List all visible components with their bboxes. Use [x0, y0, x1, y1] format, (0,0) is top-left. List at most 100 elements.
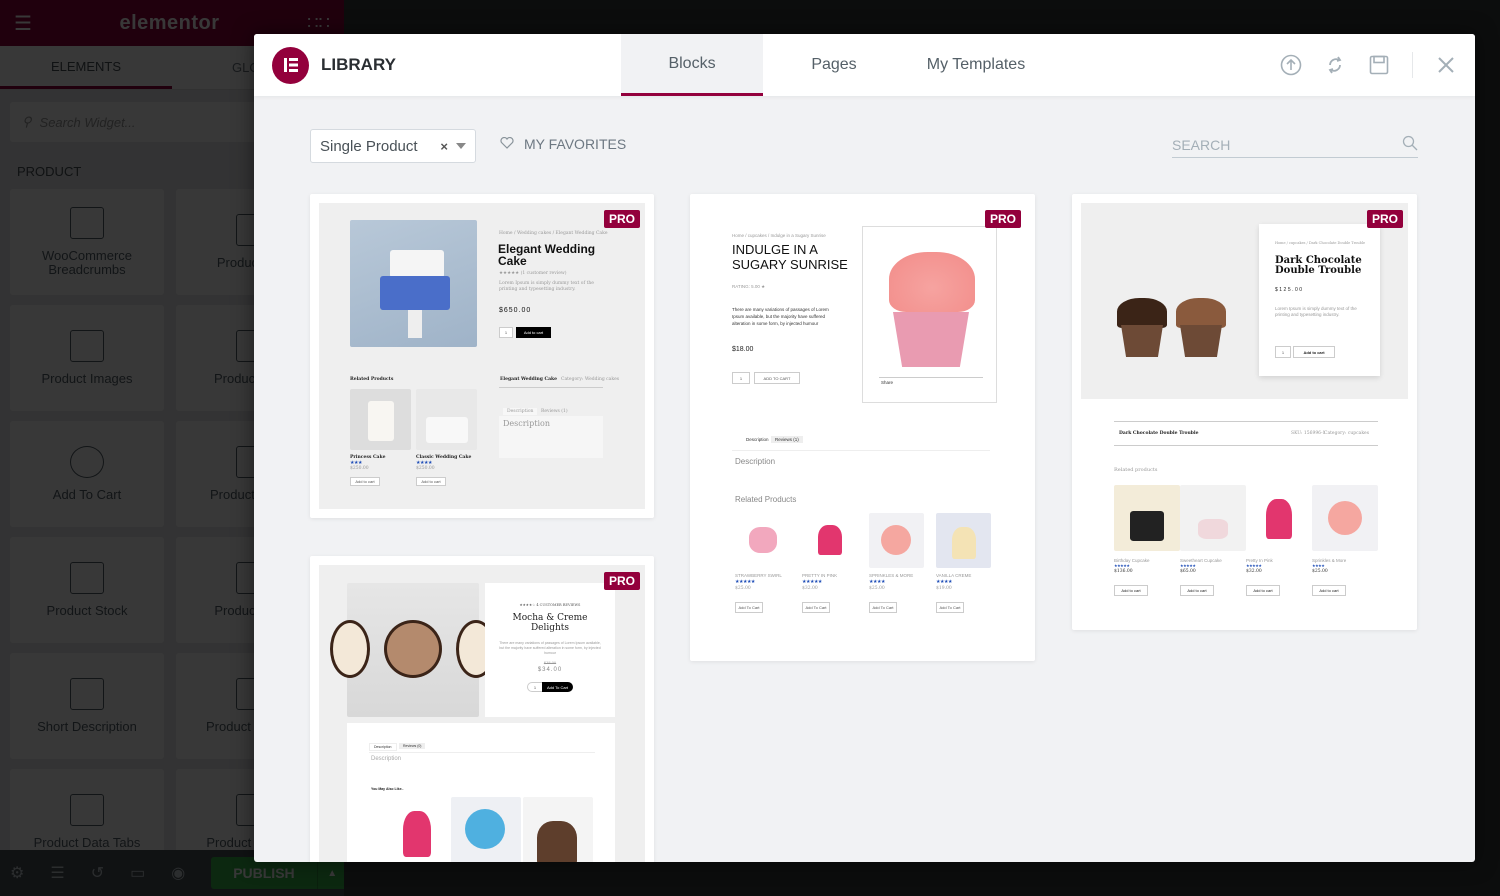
- product-summary-box: Home / cupcakes / Dark Chocolate Double …: [1259, 224, 1380, 376]
- rating: RATING: 5.00 ★: [732, 284, 766, 289]
- meta-category: Category: cupcakes: [1324, 431, 1370, 436]
- search-placeholder: SEARCH: [1172, 136, 1231, 153]
- tab-my-templates[interactable]: My Templates: [905, 34, 1047, 96]
- product-title: Mocha & Creme Delights: [512, 613, 588, 633]
- chevron-down-icon[interactable]: [456, 143, 466, 149]
- rating-stars: ★★★★★: [735, 579, 755, 585]
- pro-badge: PRO: [603, 210, 640, 228]
- tab-blocks[interactable]: Blocks: [621, 34, 763, 96]
- breadcrumb: Home / cupcakes / Indulge in a Sugary Su…: [732, 233, 826, 238]
- my-favorites-toggle[interactable]: MY FAVORITES: [500, 136, 626, 152]
- rating-stars: ★★★★★: [802, 579, 822, 585]
- quantity-field: 1: [499, 327, 513, 338]
- related-price: $65.00: [1180, 569, 1196, 574]
- template-card-mocha-creme[interactable]: PRO ★★★★☆ 4 CUSTOMER REVIEWS Mocha & Cre…: [310, 556, 654, 862]
- rating-stars: ★★★★: [1312, 563, 1325, 568]
- library-actions: [1280, 34, 1457, 96]
- library-title: LIBRARY: [321, 55, 396, 74]
- product-description: There are many variations of passages of…: [732, 307, 829, 326]
- library-logo: LIBRARY: [254, 46, 621, 84]
- related-price: $19.00: [936, 586, 952, 591]
- related-add-to-cart: Add to cart: [1114, 585, 1148, 596]
- rating-stars: ★★★★: [936, 579, 952, 585]
- close-icon[interactable]: [1435, 54, 1457, 76]
- sprinkles-and-more-image: [1312, 485, 1378, 551]
- description-heading: Description: [371, 756, 402, 762]
- cupcake-image-frame: Share: [862, 226, 997, 403]
- description-heading: Description: [499, 416, 603, 458]
- related-price: $25.00: [735, 586, 751, 591]
- reviews-tab: Reviews (1): [771, 436, 803, 443]
- search-icon: [1402, 135, 1418, 154]
- related-price: $25.00: [869, 586, 885, 591]
- related-price: $25.00: [1312, 569, 1328, 574]
- related-name: VANILLA CREME: [936, 573, 972, 578]
- related-add-to-cart: Add To Cart: [869, 602, 897, 613]
- rating-stars: ★★★★★: [1114, 563, 1130, 568]
- description-tab: Description: [503, 408, 538, 415]
- add-to-cart-button: ADD TO CART: [754, 372, 800, 384]
- library-search-input[interactable]: SEARCH: [1172, 132, 1418, 158]
- chocolate-cupcake-image: [1117, 298, 1167, 328]
- breadcrumb: Home / cupcakes / Dark Chocolate Double …: [1275, 241, 1366, 245]
- product-description: Lorem Ipsum is simply dummy text of the …: [499, 281, 594, 292]
- sync-icon[interactable]: [1324, 54, 1346, 76]
- category-filter-select[interactable]: Single Product ×: [310, 129, 476, 163]
- sprinkles-and-more-image: [869, 513, 924, 568]
- related-price: $250.00: [350, 466, 369, 471]
- related-name: SPRINKLES & MORE: [869, 573, 914, 578]
- elementor-e-icon: [272, 46, 309, 84]
- related-price: $136.00: [1114, 569, 1133, 574]
- related-price: $250.00: [416, 466, 435, 471]
- quantity-field: 1: [527, 682, 543, 692]
- upload-icon[interactable]: [1280, 54, 1302, 76]
- header-divider: [1412, 52, 1413, 78]
- princess-cake-image: [350, 389, 411, 450]
- related-add-to-cart: Add to cart: [1246, 585, 1280, 596]
- template-preview: ★★★★☆ 4 CUSTOMER REVIEWS Mocha & Creme De…: [319, 565, 645, 862]
- related-add-to-cart: Add To Cart: [936, 602, 964, 613]
- library-header: LIBRARY Blocks Pages My Templates: [254, 34, 1475, 96]
- product-description: Lorem Ipsum is simply dummy text of the …: [1275, 306, 1357, 317]
- description-tab: Description: [369, 743, 397, 751]
- product-tabs-section: Description Reviews (0) Description You …: [347, 723, 615, 862]
- product-title: Elegant Wedding Cake: [498, 242, 596, 268]
- add-to-cart-button: Add to cart: [516, 327, 551, 338]
- mocha-cupcakes-image: [333, 583, 493, 717]
- review-count: ★★★★★ (1 customer review): [499, 271, 567, 276]
- save-icon[interactable]: [1368, 54, 1390, 76]
- template-card-elegant-wedding-cake[interactable]: PRO Home / Wedding cakes / Elegant Weddi…: [310, 194, 654, 518]
- template-card-dark-chocolate[interactable]: PRO Home / cupcakes / Dark Chocolate Dou…: [1072, 194, 1417, 630]
- add-to-cart-button: Add to cart: [1293, 346, 1335, 358]
- rating-stars: ★★★★★: [1246, 563, 1262, 568]
- library-toolbar: Single Product × MY FAVORITES SEARCH: [254, 96, 1475, 192]
- rating-stars: ★★★★★: [1180, 563, 1196, 568]
- related-heading: Related Products: [350, 377, 394, 382]
- meta-title: Dark Chocolate Double Trouble: [1119, 431, 1199, 436]
- clear-filter-icon[interactable]: ×: [440, 139, 448, 154]
- tab-pages[interactable]: Pages: [763, 34, 905, 96]
- product-price: $34.00: [537, 667, 563, 673]
- related-add-to-cart: Add To Cart: [802, 602, 830, 613]
- add-to-cart-button: Add To Cart: [542, 682, 573, 692]
- reviews-tab: Reviews (1): [541, 409, 568, 414]
- related-heading: You May Also Like..: [371, 787, 404, 791]
- template-preview: Home / Wedding cakes / Elegant Wedding C…: [319, 203, 645, 509]
- meta-sku: SKU: 156996-1: [1291, 431, 1326, 436]
- wedding-cake-image: [350, 220, 477, 347]
- library-modal: LIBRARY Blocks Pages My Templates Single…: [254, 34, 1475, 862]
- product-title: INDULGE IN A SUGARY SUNRISE: [732, 242, 848, 272]
- related-add-to-cart: Add to cart: [1180, 585, 1214, 596]
- related-heading: Related products: [1114, 467, 1158, 473]
- template-card-sugary-sunrise[interactable]: PRO Home / cupcakes / Indulge in a Sugar…: [690, 194, 1035, 661]
- heart-icon: [500, 136, 514, 152]
- related-price: $32.00: [1246, 569, 1262, 574]
- birthday-cupcake-image: [1114, 485, 1180, 551]
- vanilla-creme-image: [936, 513, 991, 568]
- pro-badge: PRO: [603, 572, 640, 590]
- favorites-label: MY FAVORITES: [524, 136, 627, 152]
- description-tab: Description: [742, 436, 773, 443]
- reviews-tab: Reviews (0): [399, 743, 426, 749]
- pretty-in-pink-image: [802, 513, 857, 568]
- related-add-to-cart: Add to cart: [1312, 585, 1346, 596]
